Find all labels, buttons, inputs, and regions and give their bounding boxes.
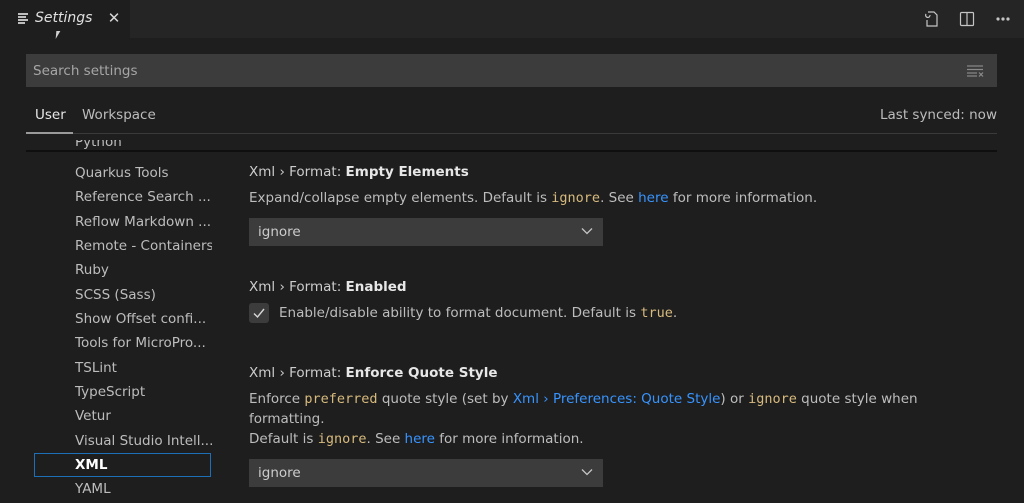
empty-elements-select[interactable]: ignore: [249, 218, 603, 246]
format-enabled-checkbox[interactable]: [249, 303, 269, 323]
toc-item-tslint[interactable]: TSLint: [34, 356, 211, 380]
toc-item-reference-search[interactable]: Reference Search ...: [34, 185, 211, 209]
toc-item-show-offset[interactable]: Show Offset confi...: [34, 307, 211, 331]
setting-description: Expand/collapse empty elements. Default …: [249, 190, 818, 206]
toc-item-vetur[interactable]: Vetur: [34, 404, 211, 428]
search-input[interactable]: [26, 54, 956, 87]
more-info-link[interactable]: here: [405, 431, 435, 447]
chevron-down-icon: [581, 228, 593, 235]
setting-description: Enforce preferred quote style (set by Xm…: [249, 391, 918, 447]
open-json-icon[interactable]: [920, 8, 942, 30]
setting-checkbox-row: Enable/disable ability to format documen…: [249, 303, 989, 323]
ellipsis-icon[interactable]: [992, 8, 1014, 30]
split-editor-icon[interactable]: [956, 8, 978, 30]
mouse-pointer-icon: [55, 31, 61, 39]
enforce-quote-style-select[interactable]: ignore: [249, 459, 603, 487]
search-box: [26, 54, 997, 87]
setting-format-enforce-quote-style: Xml › Format: Enforce Quote Style Enforc…: [249, 365, 989, 487]
sync-status: Last synced: now: [880, 107, 997, 123]
setting-format-empty-elements: Xml › Format: Empty Elements Expand/coll…: [249, 164, 989, 246]
checkmark-icon: [253, 308, 265, 319]
toc-item-quarkus-tools[interactable]: Quarkus Tools: [34, 161, 211, 185]
toc-item-remote-containers[interactable]: Remote - Containers: [34, 234, 212, 258]
more-info-link[interactable]: here: [638, 190, 668, 206]
setting-title: Xml › Format: Enabled: [249, 279, 407, 295]
setting-description: Enable/disable ability to format documen…: [279, 305, 678, 321]
close-icon[interactable]: ✕: [106, 9, 122, 27]
toc-item-ruby[interactable]: Ruby: [34, 258, 211, 282]
scroll-shadow: [26, 150, 997, 152]
settings-editor-icon: [18, 13, 28, 24]
toc-item-tools-micropro[interactable]: Tools for MicroPro...: [34, 331, 211, 355]
tab-workspace[interactable]: Workspace: [82, 107, 156, 123]
editor-tab-bar: Settings ✕: [0, 0, 1024, 38]
editor-actions: [920, 8, 1014, 30]
toc-item-xml[interactable]: XML: [34, 453, 211, 477]
quote-style-setting-link[interactable]: Xml › Preferences: Quote Style: [513, 391, 721, 407]
toc-item-visual-studio-intellicode[interactable]: Visual Studio Intell...: [34, 429, 212, 453]
clear-filter-icon[interactable]: [967, 65, 985, 77]
settings-toc: Python Quarkus Tools Reference Search ..…: [34, 140, 212, 503]
setting-format-enabled: Xml › Format: Enabled Enable/disable abi…: [249, 279, 989, 323]
toc-item-reflow-markdown[interactable]: Reflow Markdown ...: [34, 210, 211, 234]
toc-item-typescript[interactable]: TypeScript: [34, 380, 211, 404]
tab-user[interactable]: User: [35, 107, 66, 123]
chevron-down-icon: [581, 469, 593, 476]
toc-item-yaml[interactable]: YAML: [34, 477, 211, 501]
setting-title: Xml › Format: Enforce Quote Style: [249, 365, 498, 381]
tab-title: Settings: [35, 10, 93, 26]
active-tab-indicator: [26, 132, 73, 134]
setting-title: Xml › Format: Empty Elements: [249, 164, 469, 180]
toc-item-scss[interactable]: SCSS (Sass): [34, 283, 211, 307]
tab-settings[interactable]: Settings ✕: [0, 0, 130, 38]
settings-scope-tabs: User Workspace Last synced: now: [26, 100, 997, 134]
